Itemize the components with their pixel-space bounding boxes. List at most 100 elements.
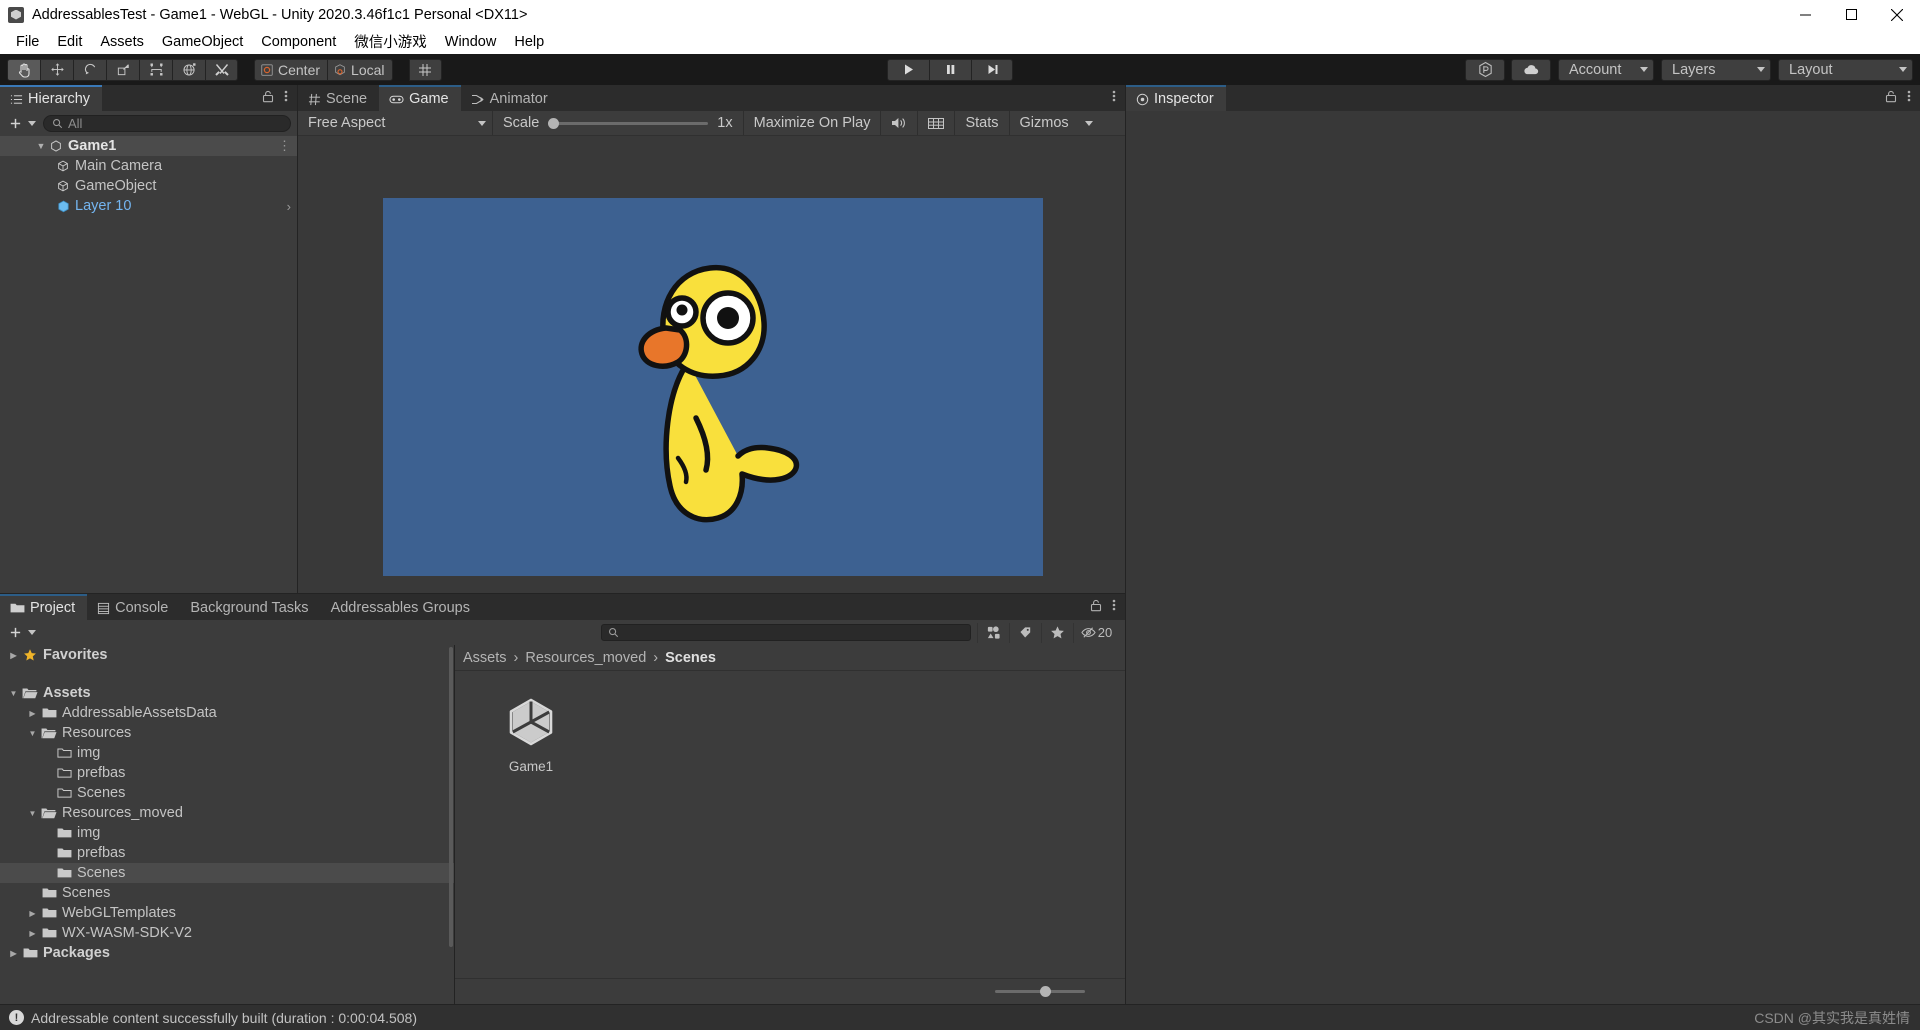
game-render-surface[interactable] [383, 198, 1043, 576]
stats-toggle[interactable] [918, 111, 956, 135]
tree-row-moved-scenes[interactable]: Scenes [0, 863, 454, 883]
more-options-icon[interactable]: ⋮ [278, 138, 291, 154]
hierarchy-row-main-camera[interactable]: Main Camera [0, 156, 297, 176]
cloud-button[interactable] [1511, 58, 1551, 81]
game-render-canvas[interactable] [298, 136, 1125, 593]
menu-item-file[interactable]: File [7, 32, 48, 52]
menu-item-assets[interactable]: Assets [91, 32, 153, 52]
expand-arrow-icon[interactable]: ▼ [6, 689, 21, 698]
expand-arrow-icon[interactable]: ▼ [25, 809, 40, 818]
mute-audio-toggle[interactable] [881, 111, 919, 135]
project-tree-scrollbar[interactable] [449, 647, 453, 947]
move-tool-button[interactable] [40, 58, 73, 81]
hierarchy-row-game1[interactable]: ▼ Game1 ⋮ [0, 136, 297, 156]
thumbnail-size-knob[interactable] [1040, 986, 1051, 997]
hierarchy-row-layer10[interactable]: Layer 10 › [0, 196, 297, 216]
project-search-input[interactable] [601, 624, 971, 641]
rect-tool-button[interactable] [139, 58, 172, 81]
breadcrumb-item-scenes[interactable]: Scenes [665, 650, 716, 666]
hierarchy-row-gameobject[interactable]: GameObject [0, 176, 297, 196]
rotate-tool-button[interactable] [73, 58, 106, 81]
thumbnail-size-slider[interactable] [995, 986, 1085, 997]
tab-project[interactable]: Project [0, 594, 88, 620]
tree-row-resources-moved[interactable]: ▼ Resources_moved [0, 803, 454, 823]
maximize-button[interactable] [1828, 0, 1874, 29]
stats-button[interactable]: Stats [955, 111, 1010, 135]
transform-tool-button[interactable] [172, 58, 205, 81]
play-button[interactable] [887, 58, 930, 81]
breadcrumb-item-resources-moved[interactable]: Resources_moved [525, 650, 646, 666]
layers-dropdown[interactable]: Layers [1661, 58, 1771, 81]
collab-button[interactable] [1465, 58, 1505, 81]
tree-row-resources-prefbas[interactable]: prefbas [0, 763, 454, 783]
aspect-ratio-dropdown[interactable]: Free Aspect [298, 111, 493, 135]
step-button[interactable] [971, 58, 1014, 81]
menu-item-window[interactable]: Window [436, 32, 506, 52]
tree-row-moved-img[interactable]: img [0, 823, 454, 843]
collapse-arrow-icon[interactable]: ▶ [25, 929, 40, 938]
tree-row-webgltemplates[interactable]: ▶ WebGLTemplates [0, 903, 454, 923]
asset-item[interactable]: Game1 [481, 693, 581, 774]
tab-scene[interactable]: Scene [298, 85, 380, 111]
menu-item-component[interactable]: Component [252, 32, 345, 52]
tab-hierarchy[interactable]: Hierarchy [0, 85, 103, 111]
custom-tool-button[interactable] [205, 58, 238, 81]
pause-button[interactable] [929, 58, 972, 81]
tree-row-assets[interactable]: ▼ Assets [0, 683, 454, 703]
grid-snap-button[interactable] [408, 58, 442, 81]
collapse-arrow-icon[interactable]: ▶ [6, 651, 21, 660]
tree-row-wx-wasm-sdk-v2[interactable]: ▶ WX-WASM-SDK-V2 [0, 923, 454, 943]
breadcrumb-item-assets[interactable]: Assets [463, 650, 507, 666]
maximize-on-play-toggle[interactable]: Maximize On Play [744, 111, 882, 135]
tab-animator[interactable]: Animator [460, 85, 560, 111]
collapse-arrow-icon[interactable]: ▶ [25, 709, 40, 718]
tree-row-scenes[interactable]: Scenes [0, 883, 454, 903]
hidden-packages-counter[interactable]: 20 [1073, 622, 1119, 643]
tab-addressables-groups[interactable]: Addressables Groups [320, 594, 482, 620]
tree-row-packages[interactable]: ▶ Packages [0, 943, 454, 963]
rotation-local-button[interactable]: Local [327, 58, 393, 81]
tab-console[interactable]: Console [87, 594, 181, 620]
lock-icon[interactable] [1090, 599, 1102, 616]
lock-icon[interactable] [262, 90, 274, 107]
tab-game[interactable]: Game [379, 85, 461, 111]
chevron-right-icon[interactable]: › [287, 199, 291, 214]
menu-item-help[interactable]: Help [505, 32, 553, 52]
scale-slider[interactable] [548, 117, 709, 129]
account-dropdown[interactable]: Account [1558, 58, 1654, 81]
project-add-button[interactable] [6, 626, 39, 639]
collapse-arrow-icon[interactable]: ▶ [25, 909, 40, 918]
more-options-icon[interactable] [1112, 598, 1116, 616]
more-options-icon[interactable] [284, 89, 288, 107]
layout-dropdown[interactable]: Layout [1778, 58, 1913, 81]
hierarchy-search-input[interactable]: All [43, 114, 291, 132]
hierarchy-add-button[interactable] [6, 117, 39, 130]
tree-row-resources[interactable]: ▼ Resources [0, 723, 454, 743]
more-options-icon[interactable] [1112, 89, 1116, 107]
scale-slider-knob[interactable] [548, 117, 560, 129]
pivot-center-button[interactable]: Center [254, 58, 328, 81]
hand-tool-button[interactable] [7, 58, 40, 81]
favorites-star-icon[interactable] [1041, 622, 1073, 643]
tree-row-resources-img[interactable]: img [0, 743, 454, 763]
menu-item-gameobject[interactable]: GameObject [153, 32, 252, 52]
tree-row-resources-scenes[interactable]: Scenes [0, 783, 454, 803]
asset-grid-area[interactable]: Game1 [455, 671, 1125, 978]
lock-icon[interactable] [1885, 90, 1897, 107]
tree-row-moved-prefbas[interactable]: prefbas [0, 843, 454, 863]
tree-row-favorites[interactable]: ▶ Favorites [0, 645, 454, 665]
close-button[interactable] [1874, 0, 1920, 29]
collapse-arrow-icon[interactable]: ▶ [6, 949, 21, 958]
expand-arrow-icon[interactable]: ▼ [34, 141, 48, 151]
menu-item-edit[interactable]: Edit [48, 32, 91, 52]
tree-row-addressableassetsdata[interactable]: ▶ AddressableAssetsData [0, 703, 454, 723]
tab-inspector[interactable]: Inspector [1126, 85, 1226, 111]
filter-by-label-icon[interactable] [1009, 622, 1041, 643]
menu-item-wechat-minigame[interactable]: 微信小游戏 [345, 29, 436, 54]
filter-by-type-icon[interactable] [977, 622, 1009, 643]
minimize-button[interactable] [1782, 0, 1828, 29]
expand-arrow-icon[interactable]: ▼ [25, 729, 40, 738]
gizmos-dropdown[interactable]: Gizmos [1010, 111, 1103, 135]
scale-tool-button[interactable] [106, 58, 139, 81]
more-options-icon[interactable] [1907, 89, 1911, 107]
